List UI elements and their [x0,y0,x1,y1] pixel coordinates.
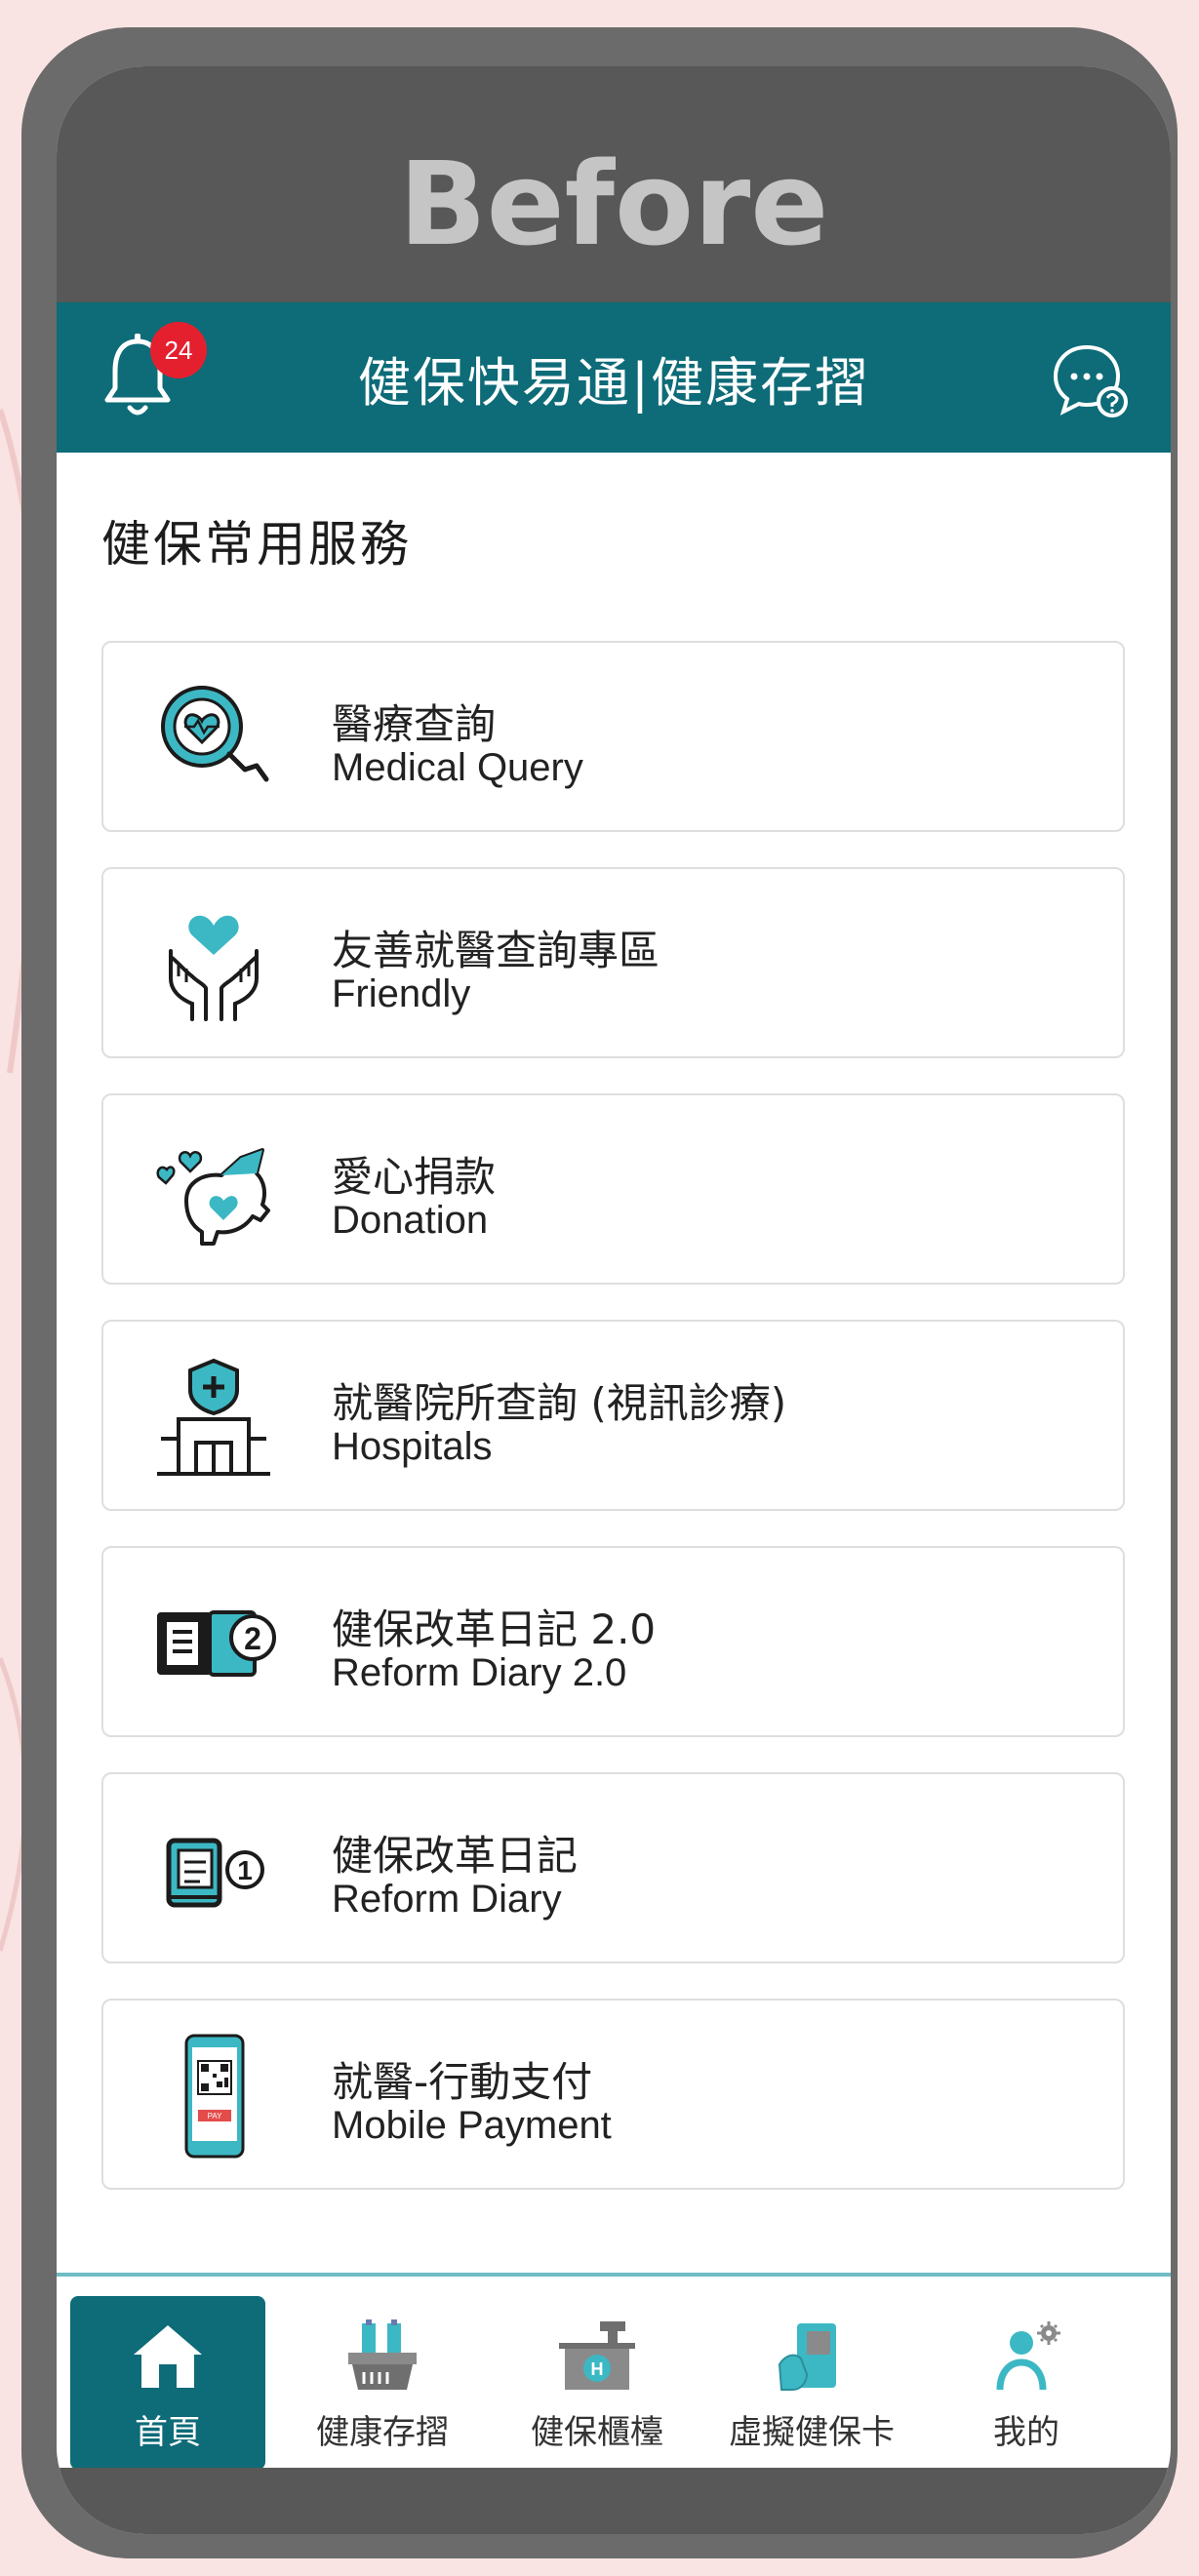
chat-help-icon[interactable] [1050,339,1132,421]
service-card-friendly[interactable]: 友善就醫查詢專區 Friendly [101,867,1125,1058]
service-title: 健保改革日記 [332,1832,579,1880]
home-icon [134,2325,202,2388]
service-card-reform-diary[interactable]: 1 健保改革日記 Reform Diary [101,1772,1125,1963]
svg-text:1: 1 [237,1855,253,1885]
hospital-icon [157,1358,270,1476]
tab-label: 虛擬健保卡 [729,2413,895,2452]
service-card-hospitals[interactable]: 就醫院所查詢 (視訊診療) Hospitals [101,1320,1125,1511]
service-subtitle: Friendly [332,972,471,1015]
service-card-donation[interactable]: 愛心捐款 Donation [101,1093,1125,1285]
tab-label: 健康存摺 [316,2413,449,2452]
service-subtitle: Donation [332,1199,489,1242]
tab-label: 健保櫃檯 [531,2413,663,2452]
tab-label: 我的 [993,2413,1059,2452]
service-title: 就醫-行動支付 [332,2058,593,2106]
svg-text:PAY: PAY [208,2112,222,2120]
service-card-mobile-payment[interactable]: PAY 就醫-行動支付 Mobile Payment [101,1999,1125,2190]
tab-home[interactable]: 首頁 [70,2296,265,2470]
health-passbook-icon [348,2319,417,2390]
service-subtitle: Mobile Payment [332,2104,612,2147]
bottom-bar [57,2468,1171,2534]
mobile-payment-icon: PAY [184,2034,245,2159]
donation-piggy-icon [156,1148,270,1246]
before-caption: Before [398,137,829,271]
service-title: 友善就醫查詢專區 [332,927,660,974]
counter-icon: H [559,2321,635,2390]
tab-label: 首頁 [135,2413,201,2452]
friendly-hands-heart-icon [169,915,259,1021]
service-subtitle: Reform Diary 2.0 [332,1651,627,1694]
service-title: 健保改革日記 2.0 [332,1605,657,1653]
caption-bar: Before [57,66,1171,302]
medical-query-icon [161,686,269,782]
service-title: 愛心捐款 [332,1153,497,1201]
service-subtitle: Hospitals [332,1425,493,1468]
diary-1-icon: 1 [166,1838,264,1908]
service-title: 就醫院所查詢 (視訊診療) [332,1379,787,1427]
service-subtitle: Reform Diary [332,1878,562,1921]
service-card-medical-query[interactable]: 醫療查詢 Medical Query [101,641,1125,832]
service-subtitle: Medical Query [332,746,583,789]
profile-settings-icon [996,2321,1060,2391]
app-title: 健保快易通|健康存摺 [357,351,870,414]
bottom-tab-bar: 首頁 健康存摺 H 健保櫃檯 虛擬健保卡 我的 [57,2273,1171,2472]
service-card-reform-diary-2[interactable]: 2 健保改革日記 2.0 Reform Diary 2.0 [101,1546,1125,1737]
svg-text:2: 2 [244,1621,261,1656]
tab-profile[interactable]: 我的 [929,2296,1124,2470]
service-title: 醫療查詢 [332,700,497,748]
app-header: 24 健保快易通|健康存摺 [57,302,1171,453]
tab-health-passbook[interactable]: 健康存摺 [285,2296,480,2470]
virtual-card-icon [778,2323,836,2391]
tab-counter[interactable]: H 健保櫃檯 [500,2296,695,2470]
diary-2-icon: 2 [157,1610,276,1677]
tab-virtual-card[interactable]: 虛擬健保卡 [714,2296,909,2470]
phone-screen: Before 24 健保快易通|健康存摺 健保常用服務 醫療查詢 Medical… [57,66,1171,2534]
section-title: 健保常用服務 [101,516,412,573]
svg-text:H: H [591,2359,604,2379]
